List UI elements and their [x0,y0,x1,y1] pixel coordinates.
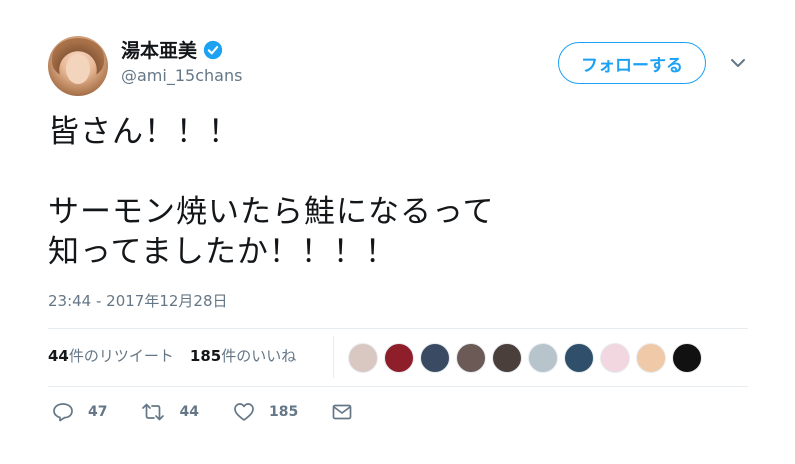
like-stat[interactable]: 185件のいいね [190,345,296,366]
like-count: 185 [268,404,299,420]
user-handle[interactable]: @ami_15chans [121,66,242,85]
liker-9-avatar[interactable] [636,343,666,373]
tweet-card: 湯本亜美 @ami_15chans フォローする 皆さん！！！ サーモン焼いたら… [0,0,795,464]
liker-6-avatar[interactable] [528,343,558,373]
reply-icon [53,403,73,422]
avatar[interactable] [48,36,108,96]
stat-separator [333,336,334,378]
direct-message-button[interactable] [332,404,366,420]
follow-button[interactable]: フォローする [558,42,706,84]
avatar-face [66,54,90,84]
divider-bottom [48,386,748,387]
liker-1-avatar[interactable] [348,343,378,373]
verified-badge-icon [203,40,223,59]
display-name[interactable]: 湯本亜美 [121,36,197,63]
retweet-icon [142,403,165,421]
like-stat-count: 185 [189,347,222,365]
like-button[interactable]: 185 [233,402,298,422]
liker-avatars [348,343,708,373]
action-bar: 47 44 185 [52,402,400,422]
like-stat-label: 件のいいね [221,347,297,365]
liker-4-avatar[interactable] [456,343,486,373]
retweet-button[interactable]: 44 [141,402,199,422]
retweet-count: 44 [179,404,199,420]
heart-icon [234,403,254,421]
name-row: 湯本亜美 [121,36,223,63]
retweet-stat[interactable]: 44件のリツイート [48,345,174,366]
liker-3-avatar[interactable] [420,343,450,373]
liker-7-avatar[interactable] [564,343,594,373]
reply-button[interactable]: 47 [52,402,107,422]
liker-8-avatar[interactable] [600,343,630,373]
reply-count: 47 [88,404,108,420]
liker-10-avatar[interactable] [672,343,702,373]
liker-5-avatar[interactable] [492,343,522,373]
tweet-text: 皆さん！！！ サーモン焼いたら鮭になるって 知ってましたか！！！！ [48,114,495,270]
retweet-stat-count: 44 [48,347,69,365]
engagement-stats: 44件のリツイート 185件のいいね [48,345,312,366]
chevron-down-icon[interactable] [729,56,747,70]
envelope-icon [332,404,352,420]
liker-2-avatar[interactable] [384,343,414,373]
tweet-timestamp[interactable]: 23:44 - 2017年12月28日 [48,290,228,311]
retweet-stat-label: 件のリツイート [68,347,174,365]
divider-top [48,328,748,329]
